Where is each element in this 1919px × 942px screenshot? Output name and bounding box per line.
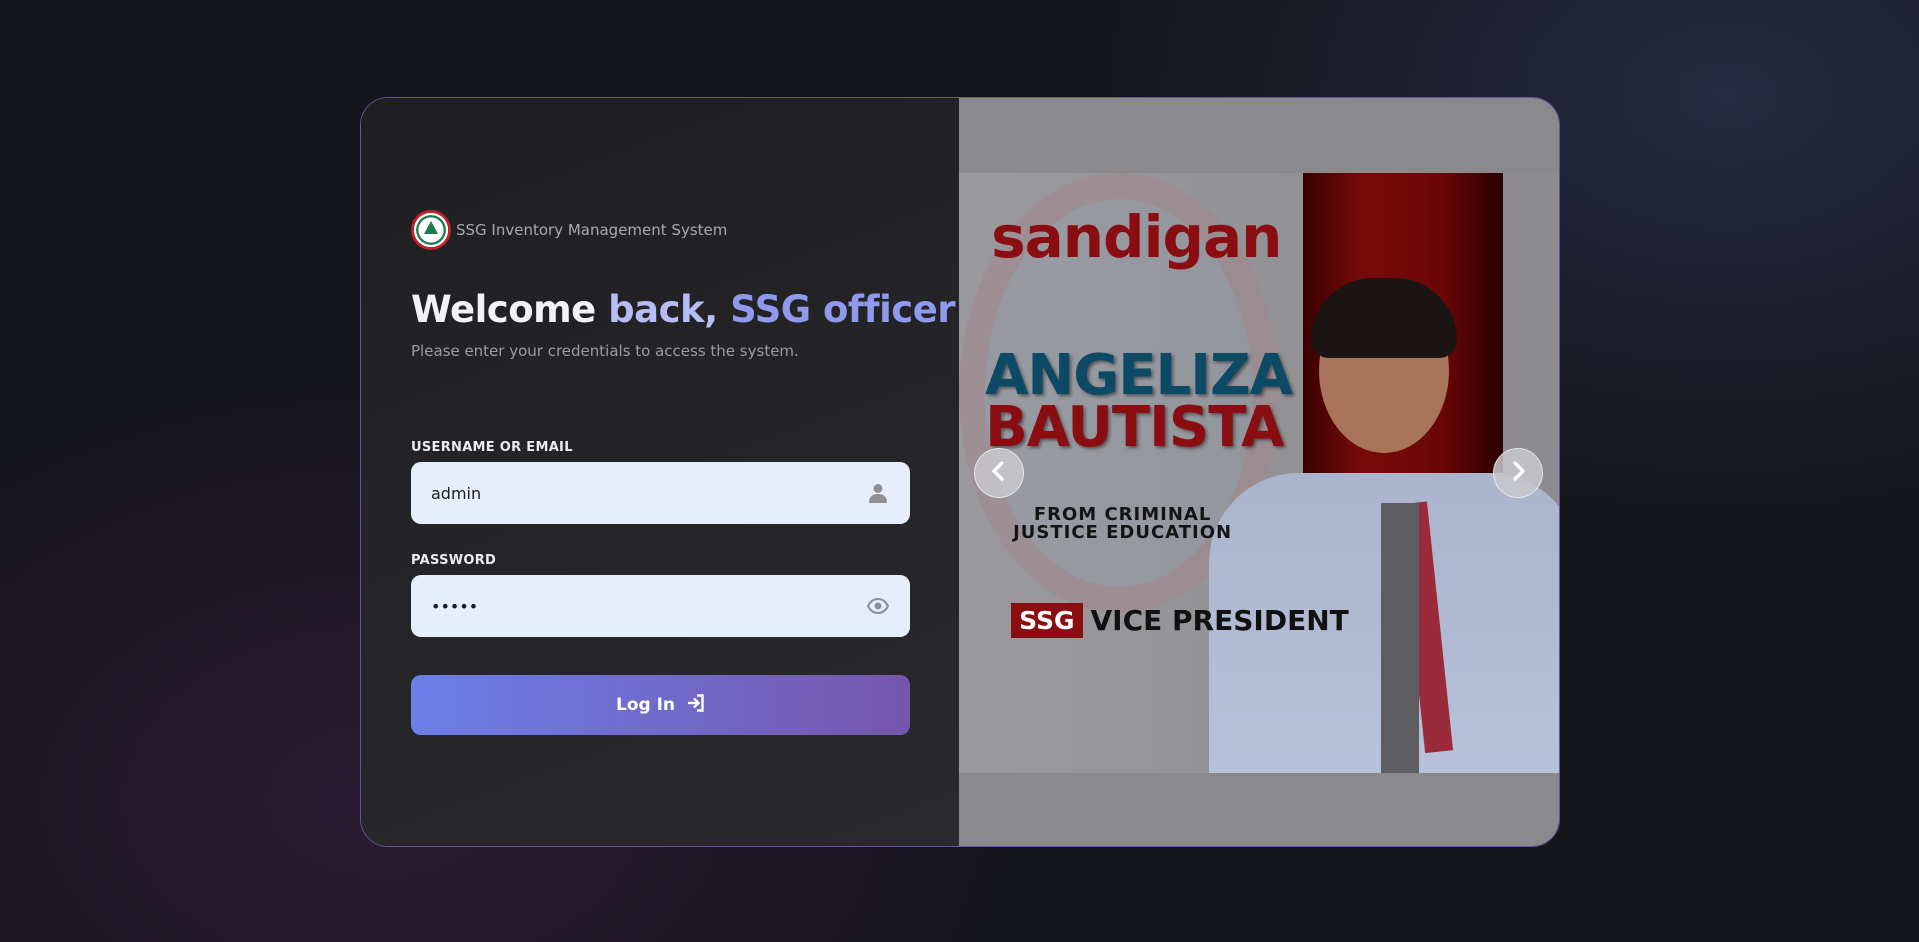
app-name: SSG Inventory Management System <box>456 221 728 239</box>
welcome-heading: Welcome back, SSG officer! <box>411 288 972 331</box>
login-button-label: Log In <box>615 695 676 715</box>
user-icon <box>866 481 890 505</box>
chevron-left-icon <box>991 461 1007 485</box>
slide-name-last: BAUTISTA <box>985 395 1284 460</box>
carousel-prev-button[interactable] <box>974 448 1025 498</box>
slide-department-line2: JUSTICE EDUCATION <box>1013 522 1233 543</box>
username-field[interactable]: admin <box>411 462 910 524</box>
carousel-next-button[interactable] <box>1493 448 1544 498</box>
login-panel: SSG Inventory Management System Welcome … <box>361 98 972 846</box>
password-field[interactable]: ••••• <box>411 575 910 637</box>
password-value[interactable]: ••••• <box>431 597 866 616</box>
carousel: sandigan ANGELIZA BAUTISTA FROM CRIMINAL… <box>959 98 1559 846</box>
slide-brand-logo: sandigan <box>991 203 1282 271</box>
slide-role: SSG VICE PRESIDENT <box>1011 603 1349 638</box>
login-button[interactable]: Log In <box>411 675 910 735</box>
welcome-subtitle: Please enter your credentials to access … <box>411 342 799 360</box>
chevron-right-icon <box>1510 461 1526 485</box>
brand-header: SSG Inventory Management System <box>411 210 727 250</box>
password-label: PASSWORD <box>411 553 497 568</box>
sign-in-icon <box>687 694 705 716</box>
officer-tie <box>1381 503 1420 773</box>
ssg-seal-icon <box>411 210 451 250</box>
welcome-back: back, <box>595 288 718 331</box>
slide-role-tag: SSG <box>1011 603 1083 638</box>
welcome-role: SSG officer! <box>717 288 972 331</box>
slide-department: FROM CRIMINAL JUSTICE EDUCATION <box>1013 506 1232 542</box>
slide-role-text: VICE PRESIDENT <box>1090 604 1349 637</box>
username-label: USERNAME OR EMAIL <box>411 440 573 455</box>
login-card: SSG Inventory Management System Welcome … <box>360 97 1560 847</box>
carousel-slide: sandigan ANGELIZA BAUTISTA FROM CRIMINAL… <box>959 173 1559 773</box>
username-value[interactable]: admin <box>431 484 866 503</box>
welcome-word: Welcome <box>411 288 596 331</box>
eye-icon[interactable] <box>866 594 890 618</box>
